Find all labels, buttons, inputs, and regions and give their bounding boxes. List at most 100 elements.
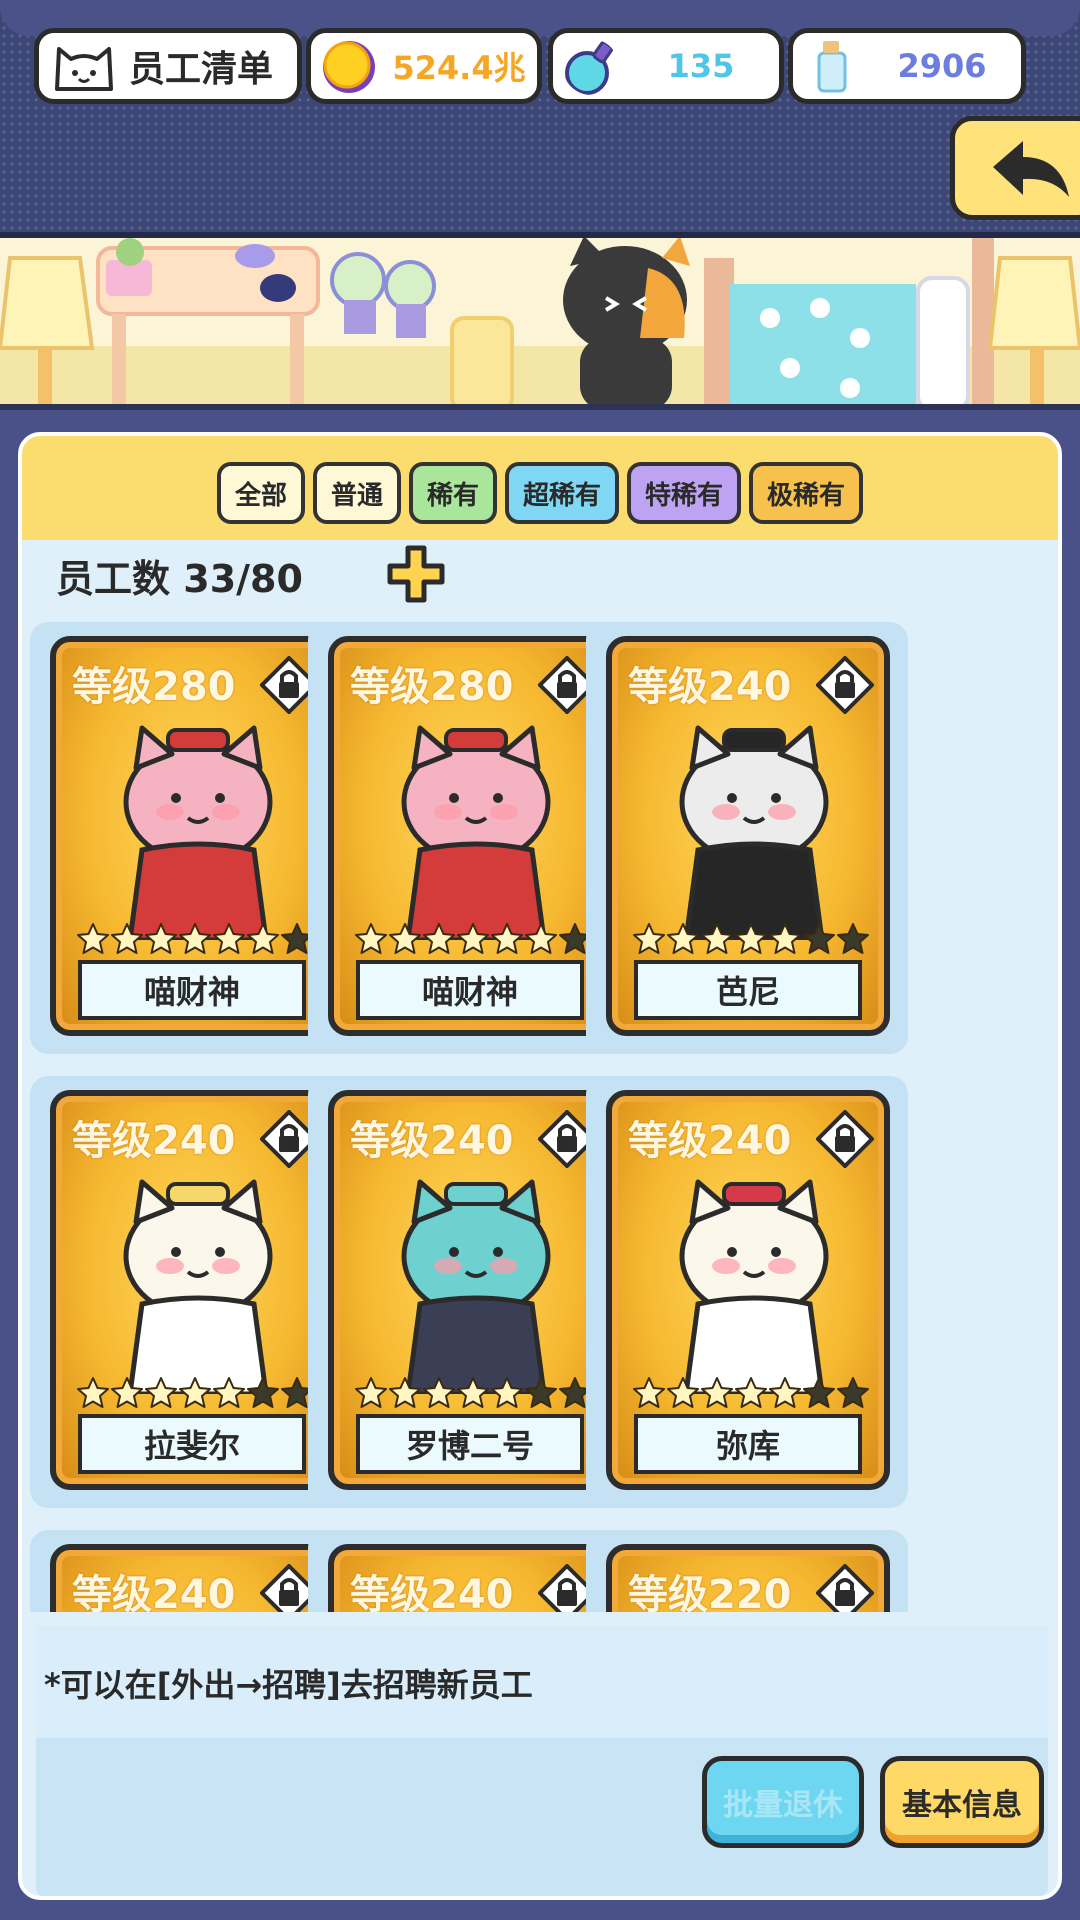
top-bar: 员工清单 524.4兆 135 2906: [0, 0, 1080, 238]
staff-card[interactable]: 等级240 罗博二号: [328, 1090, 612, 1490]
staff-card[interactable]: 等级280 喵财神: [328, 636, 612, 1036]
staff-card-slot[interactable]: 等级240: [30, 1530, 352, 1612]
staff-card-slot[interactable]: 等级280 喵财神: [308, 622, 630, 1054]
staff-card-slot[interactable]: 等级240 芭尼: [586, 622, 908, 1054]
card-level: 等级240: [350, 1118, 514, 1164]
staff-card-slot[interactable]: 等级240 拉斐尔: [30, 1076, 352, 1508]
staff-card-slot[interactable]: 等级240 罗博二号: [308, 1076, 630, 1508]
staff-card-slot[interactable]: 等级240 弥库: [586, 1076, 908, 1508]
star-rating: [354, 1376, 594, 1416]
tab-rarity-4[interactable]: 特稀有: [627, 462, 742, 524]
star-icon: [389, 1377, 421, 1408]
plus-icon[interactable]: [386, 544, 446, 604]
star-rating: [632, 922, 872, 962]
cat-portrait-robot: [401, 1179, 551, 1394]
star-icon: [77, 1377, 109, 1408]
card-name: 喵财神: [78, 960, 306, 1020]
cat-portrait-miku: [679, 1179, 829, 1394]
staff-card[interactable]: 等级280 喵财神: [50, 636, 334, 1036]
star-icon: [111, 1377, 143, 1408]
star-icon: [179, 923, 211, 954]
star-icon: [145, 923, 177, 954]
tab-rarity-1[interactable]: 普通: [312, 462, 401, 524]
potion-value: 135: [667, 47, 735, 85]
cat-portrait-fortune: [401, 725, 551, 940]
staff-card-slot[interactable]: 等级220: [586, 1530, 908, 1612]
staff-card[interactable]: 等级220: [606, 1544, 890, 1612]
coin-value: 524.4兆: [392, 49, 526, 87]
star-icon: [525, 1377, 557, 1408]
star-icon: [389, 923, 421, 954]
staff-card-slot[interactable]: 等级280 喵财神: [30, 622, 352, 1054]
title-pill: 员工清单: [34, 28, 302, 104]
star-rating: [76, 922, 316, 962]
staff-card[interactable]: 等级240 拉斐尔: [50, 1090, 334, 1490]
back-button[interactable]: [950, 116, 1080, 220]
staff-card-slot[interactable]: 等级240: [308, 1530, 630, 1612]
staff-panel: 全部 普通 稀有 超稀有 特稀有 极稀有 员工数 33/80 等级280 喵财神 等级28…: [18, 432, 1062, 1900]
star-rating: [632, 1376, 872, 1416]
tab-rarity-3[interactable]: 超稀有: [505, 462, 620, 524]
card-level: 等级280: [72, 664, 236, 710]
star-icon: [837, 923, 869, 954]
star-icon: [423, 1377, 455, 1408]
star-icon: [735, 923, 767, 954]
star-rating: [354, 922, 594, 962]
star-icon: [803, 1377, 835, 1408]
star-icon: [423, 923, 455, 954]
coin-counter: 524.4兆: [306, 28, 542, 104]
star-icon: [247, 923, 279, 954]
star-icon: [769, 1377, 801, 1408]
star-rating: [76, 1376, 316, 1416]
card-level: 等级240: [72, 1118, 236, 1164]
star-icon: [803, 923, 835, 954]
star-icon: [633, 1377, 665, 1408]
card-level: 等级240: [72, 1572, 236, 1612]
basic-info-button[interactable]: 基本信息: [880, 1756, 1044, 1848]
rarity-tabs: 全部 普通 稀有 超稀有 特稀有 极稀有: [22, 462, 1058, 524]
room-scene: [0, 238, 1080, 410]
bottle-counter: 2906: [788, 28, 1026, 104]
star-icon: [247, 1377, 279, 1408]
card-name: 喵财神: [356, 960, 584, 1020]
star-icon: [837, 1377, 869, 1408]
staff-card[interactable]: 等级240 弥库: [606, 1090, 890, 1490]
staff-card-grid: 等级280 喵财神 等级280 喵财神 等级240 芭尼 等级240 拉斐尔 等…: [22, 622, 1058, 1612]
lock-icon[interactable]: [816, 1564, 874, 1612]
card-level: 等级240: [350, 1572, 514, 1612]
card-name: 拉斐尔: [78, 1414, 306, 1474]
card-level: 等级240: [628, 1118, 792, 1164]
card-level: 等级220: [628, 1572, 792, 1612]
card-name: 罗博二号: [356, 1414, 584, 1474]
star-icon: [769, 923, 801, 954]
staff-count-label: 员工数: [56, 557, 171, 601]
star-icon: [179, 1377, 211, 1408]
tab-rarity-0[interactable]: 全部: [216, 462, 305, 524]
staff-count-value: 33/80: [183, 557, 303, 601]
star-icon: [457, 923, 489, 954]
star-icon: [77, 923, 109, 954]
bottle-icon: [817, 41, 847, 93]
star-icon: [633, 923, 665, 954]
cat-portrait-fortune: [123, 725, 273, 940]
staff-card[interactable]: 等级240 芭尼: [606, 636, 890, 1036]
star-icon: [491, 923, 523, 954]
potion-counter: 135: [548, 28, 784, 104]
staff-card[interactable]: 等级240: [50, 1544, 334, 1612]
lock-icon[interactable]: [816, 1110, 874, 1168]
card-level: 等级240: [628, 664, 792, 710]
lock-icon[interactable]: [816, 656, 874, 714]
card-name: 芭尼: [634, 960, 862, 1020]
tab-rarity-5[interactable]: 极稀有: [749, 462, 864, 524]
staff-card[interactable]: 等级240: [328, 1544, 612, 1612]
star-icon: [667, 923, 699, 954]
star-icon: [667, 1377, 699, 1408]
tab-rarity-2[interactable]: 稀有: [408, 462, 497, 524]
star-icon: [701, 923, 733, 954]
card-name: 弥库: [634, 1414, 862, 1474]
batch-retire-button[interactable]: 批量退休: [702, 1756, 864, 1848]
star-icon: [145, 1377, 177, 1408]
footer-area: *可以在[外出→招聘]去招聘新员工 批量退休 基本信息: [36, 1626, 1048, 1896]
star-icon: [735, 1377, 767, 1408]
star-icon: [525, 923, 557, 954]
